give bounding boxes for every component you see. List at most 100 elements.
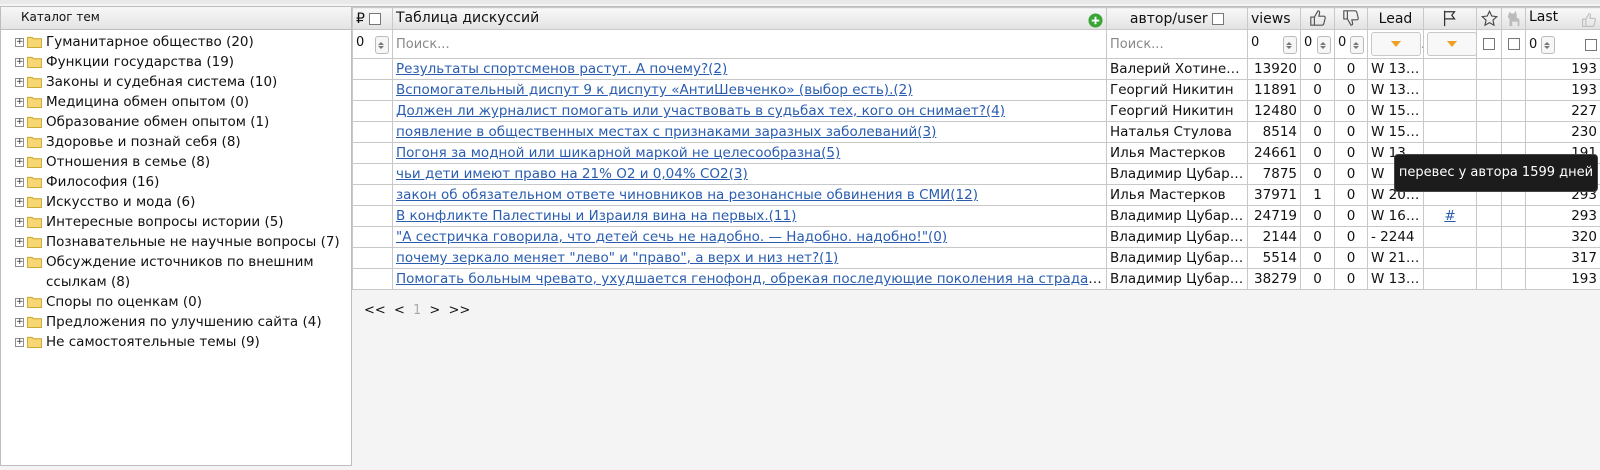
author-cell[interactable]: Владимир Цубар… [1106,268,1248,290]
pager-next[interactable]: > [429,303,440,318]
views-filter[interactable]: 0 [1247,29,1301,59]
ruble-filter[interactable]: 0 [352,29,393,59]
catalog-item[interactable]: + Познавательные не научные вопросы (7) [1,232,351,252]
author-checkbox[interactable] [1212,12,1225,25]
expand-icon[interactable]: + [15,238,24,247]
catalog-item[interactable]: + Не самостоятельные темы (9) [1,332,351,352]
discussions-header[interactable]: Таблица дискуссий [392,7,1107,30]
star-header[interactable] [1476,7,1502,30]
discussion-link[interactable]: закон об обязательном ответе чиновников … [396,187,978,203]
views-header[interactable]: views [1247,7,1301,30]
star-filter[interactable] [1476,29,1502,59]
discussion-link[interactable]: В конфликте Палестины и Израиля вина на … [396,208,796,224]
likes-spinner[interactable] [1317,36,1331,54]
discussion-link[interactable]: чьи дети имеют право на 21% O2 и 0,04% C… [396,166,748,182]
discussion-search-input[interactable]: Поиск... [392,29,1107,59]
star-checkbox[interactable] [1483,38,1495,50]
flag-cell [1423,121,1477,143]
expand-icon[interactable]: + [15,178,24,187]
table-row: "А сестричка говорила, что детей сечь не… [352,226,1600,248]
discussion-link[interactable]: почему зеркало меняет "лево" и "право", … [396,250,838,266]
last-spinner[interactable] [1541,36,1556,54]
catalog-item[interactable]: + Обсуждение источников по внешним ссылка… [1,252,351,292]
last-checkbox[interactable] [1585,39,1597,51]
expand-icon[interactable]: + [15,98,24,107]
lead-header[interactable]: Lead [1367,7,1424,30]
pager-prev[interactable]: < [394,303,405,318]
catalog-item[interactable]: + Функции государства (19) [1,52,351,72]
catalog-item[interactable]: + Здоровье и познай себя (8) [1,132,351,152]
author-cell[interactable]: Владимир Цубар… [1106,163,1248,185]
expand-icon[interactable]: + [15,58,24,67]
pager-first[interactable]: << [364,303,386,318]
flag-link[interactable]: # [1444,208,1455,224]
catalog-item[interactable]: + Искусство и мода (6) [1,192,351,212]
author-cell[interactable]: Наталья Стулова [1106,121,1248,143]
expand-icon[interactable]: + [15,338,24,347]
dislikes-header[interactable] [1334,7,1368,30]
discussion-link[interactable]: Должен ли журналист помогать или участво… [396,103,1005,119]
discussion-link[interactable]: Результаты спортсменов растут. А почему?… [396,61,727,77]
discussion-link[interactable]: появление в общественных местах с призна… [396,124,936,140]
expand-icon[interactable]: + [15,198,24,207]
title-cell: "А сестричка говорила, что детей сечь не… [392,226,1107,248]
author-cell[interactable]: Владимир Цубар… [1106,205,1248,227]
last-filter[interactable]: 0 [1525,29,1600,59]
table-row: почему зеркало меняет "лево" и "право", … [352,247,1600,269]
author-cell[interactable]: Илья Мастерков [1106,142,1248,164]
author-search-input[interactable]: Поиск... [1106,29,1248,59]
discussion-link[interactable]: "А сестричка говорила, что детей сечь не… [396,229,947,245]
author-cell[interactable]: Илья Мастерков [1106,184,1248,206]
dislikes-spinner[interactable] [1350,36,1364,54]
lead-dropdown[interactable] [1371,32,1421,56]
author-cell[interactable]: Владимир Цубар… [1106,247,1248,269]
author-cell[interactable]: Валерий Хотинен… [1106,58,1248,80]
views-spinner[interactable] [1283,36,1297,54]
author-cell[interactable]: Георгий Никитин [1106,100,1248,122]
likes-cell: 0 [1300,121,1335,143]
expand-icon[interactable]: + [15,218,24,227]
catalog-item[interactable]: + Отношения в семье (8) [1,152,351,172]
catalog-item[interactable]: + Интересные вопросы истории (5) [1,212,351,232]
expand-icon[interactable]: + [15,318,24,327]
catalog-item[interactable]: + Философия (16) [1,172,351,192]
expand-icon[interactable]: + [15,258,24,267]
add-icon[interactable] [1088,12,1103,28]
folder-icon [27,76,42,88]
dislikes-filter[interactable]: 0 [1334,29,1368,59]
likes-filter[interactable]: 0 [1300,29,1335,59]
ruble-header: ₽ [352,7,393,30]
catalog-item[interactable]: + Медицина обмен опытом (0) [1,92,351,112]
dog-filter[interactable] [1501,29,1526,59]
catalog-item[interactable]: + Гуманитарное общество (20) [1,32,351,52]
last-header[interactable]: Last [1525,7,1600,30]
folder-icon [27,216,42,228]
expand-icon[interactable]: + [15,118,24,127]
discussion-link[interactable]: Помогать больным чревато, ухудшается ген… [396,271,1106,287]
expand-icon[interactable]: + [15,138,24,147]
discussion-link[interactable]: Вспомогательный диспут 9 к диспуту «Анти… [396,82,913,98]
pager-last[interactable]: >> [448,303,470,318]
catalog-item[interactable]: + Образование обмен опытом (1) [1,112,351,132]
flag-dropdown[interactable] [1427,32,1476,56]
ruble-checkbox[interactable] [369,12,382,25]
catalog-item[interactable]: + Предложения по улучшению сайта (4) [1,312,351,332]
expand-icon[interactable]: + [15,158,24,167]
discussion-link[interactable]: Погоня за модной или шикарной маркой не … [396,145,840,161]
expand-icon[interactable]: + [15,38,24,47]
flag-filter[interactable] [1423,29,1477,59]
expand-icon[interactable]: + [15,78,24,87]
likes-header[interactable] [1300,7,1335,30]
flag-header[interactable] [1423,7,1477,30]
catalog-item[interactable]: + Споры по оценкам (0) [1,292,351,312]
lead-filter[interactable] [1367,29,1424,59]
dog-header[interactable] [1501,7,1526,30]
author-header[interactable]: автор/user [1106,7,1248,30]
catalog-item[interactable]: + Законы и судебная система (10) [1,72,351,92]
dog-checkbox[interactable] [1507,38,1520,50]
author-cell[interactable]: Георгий Никитин [1106,79,1248,101]
expand-icon[interactable]: + [15,298,24,307]
ruble-spinner[interactable] [375,36,389,54]
author-cell[interactable]: Владимир Цубар… [1106,226,1248,248]
dog-cell [1501,247,1526,269]
